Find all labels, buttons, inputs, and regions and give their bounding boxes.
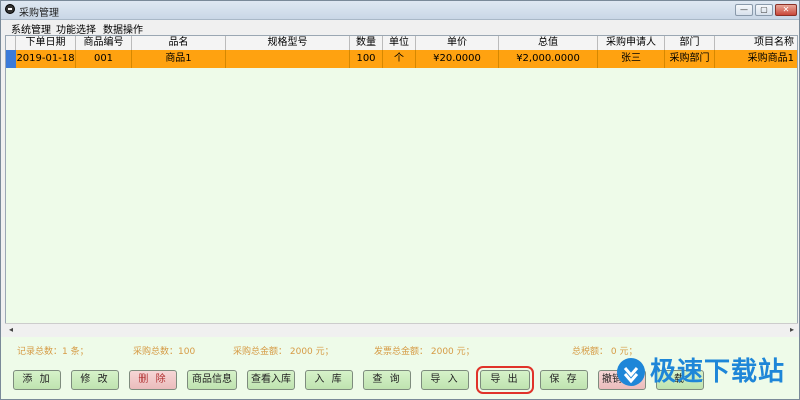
purchase-table[interactable]: 下单日期 商品编号 品名 规格型号 数量 单位 单价 总值 采购申请人 部门 项… (5, 35, 798, 335)
app-icon (5, 4, 15, 14)
purchase-total: 采购总数：100 (133, 347, 196, 357)
watermark-text: 极速下载站 (650, 357, 786, 387)
stock-in-button[interactable]: 入 库 (305, 370, 353, 390)
header-corner (6, 36, 16, 50)
col-order-date[interactable]: 下单日期 (16, 36, 76, 50)
table-header: 下单日期 商品编号 品名 规格型号 数量 单位 单价 总值 采购申请人 部门 项… (6, 36, 797, 51)
save-button[interactable]: 保 存 (540, 370, 588, 390)
export-button[interactable]: 导 出 (476, 366, 534, 394)
menu-bar: 系统管理 功能选择 数据操作 (1, 20, 799, 36)
col-department[interactable]: 部门 (665, 36, 715, 50)
view-stock-button[interactable]: 查看入库 (247, 370, 295, 390)
purchase-amount: 采购总金额： 2000 元； (233, 347, 334, 357)
menu-data[interactable]: 数据操作 (103, 21, 143, 36)
table-row[interactable]: 2019-01-18 001 商品1 100 个 ¥20.0000 ¥2,000… (6, 50, 797, 68)
menu-function[interactable]: 功能选择 (56, 21, 96, 36)
cell-department[interactable]: 采购部门 (665, 50, 715, 68)
col-total[interactable]: 总值 (499, 36, 598, 50)
record-total: 记录总数：1 条； (17, 347, 89, 357)
maximize-icon[interactable]: ▢ (755, 4, 773, 16)
import-button[interactable]: 导 入 (421, 370, 469, 390)
menu-system[interactable]: 系统管理 (11, 21, 51, 36)
col-quantity[interactable]: 数量 (350, 36, 383, 50)
invoice-amount: 发票总金额： 2000 元； (374, 347, 475, 357)
scroll-left-icon[interactable]: ◂ (6, 325, 16, 335)
horizontal-scrollbar[interactable]: ◂ ▸ (5, 323, 798, 335)
cell-total[interactable]: ¥2,000.0000 (499, 50, 598, 68)
cell-order-date[interactable]: 2019-01-18 (16, 50, 76, 68)
add-button[interactable]: 添 加 (13, 370, 61, 390)
col-requester[interactable]: 采购申请人 (598, 36, 665, 50)
cell-spec[interactable] (226, 50, 350, 68)
col-product-name[interactable]: 品名 (132, 36, 226, 50)
col-product-code[interactable]: 商品编号 (76, 36, 132, 50)
window-title: 采购管理 (19, 8, 59, 19)
cell-product-code[interactable]: 001 (76, 50, 132, 68)
title-bar[interactable]: 采购管理 — ▢ ✕ (1, 1, 799, 20)
col-unit[interactable]: 单位 (383, 36, 416, 50)
scroll-right-icon[interactable]: ▸ (787, 325, 797, 335)
watermark: 极速下载站 (616, 351, 796, 391)
col-unit-price[interactable]: 单价 (416, 36, 499, 50)
close-icon[interactable]: ✕ (775, 4, 797, 16)
cell-quantity[interactable]: 100 (350, 50, 383, 68)
query-button[interactable]: 查 询 (363, 370, 411, 390)
cell-product-name[interactable]: 商品1 (132, 50, 226, 68)
edit-button[interactable]: 修 改 (71, 370, 119, 390)
cell-unit-price[interactable]: ¥20.0000 (416, 50, 499, 68)
col-spec[interactable]: 规格型号 (226, 36, 350, 50)
row-selector[interactable] (6, 50, 16, 68)
main-window: 采购管理 — ▢ ✕ 系统管理 功能选择 数据操作 下单日期 商品编号 品名 规… (0, 0, 800, 400)
col-project[interactable]: 项目名称 (715, 36, 797, 50)
minimize-icon[interactable]: — (735, 4, 753, 16)
product-info-button[interactable]: 商品信息 (187, 370, 237, 390)
delete-button[interactable]: 删 除 (129, 370, 177, 390)
cell-unit[interactable]: 个 (383, 50, 416, 68)
cell-project[interactable]: 采购商品1 (715, 50, 797, 68)
download-logo-icon (617, 358, 645, 386)
cell-requester[interactable]: 张三 (598, 50, 665, 68)
